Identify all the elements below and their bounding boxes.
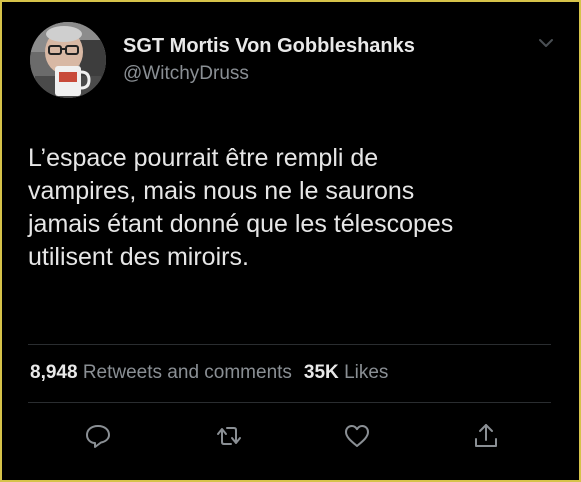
reply-button[interactable]	[82, 420, 114, 452]
more-options-button[interactable]	[536, 35, 556, 51]
reply-icon	[86, 425, 110, 448]
heart-icon	[345, 425, 369, 447]
share-button[interactable]	[470, 420, 502, 452]
tweet-author: SGT Mortis Von Gobbleshanks @WitchyDruss	[123, 33, 415, 87]
retweets-count[interactable]: 8,948	[30, 362, 78, 383]
retweet-icon	[217, 427, 241, 445]
tweet-actions	[2, 418, 581, 458]
chevron-down-icon	[539, 39, 553, 47]
screenshot-frame: SGT Mortis Von Gobbleshanks @WitchyDruss…	[0, 0, 581, 482]
avatar-image	[30, 22, 106, 98]
retweets-label[interactable]: Retweets and comments	[83, 362, 292, 383]
tweet-text: L’espace pourrait être rempli de vampire…	[28, 144, 454, 271]
likes-count[interactable]: 35K	[304, 362, 339, 383]
likes-label[interactable]: Likes	[344, 362, 388, 383]
retweet-button[interactable]	[213, 420, 245, 452]
divider	[28, 344, 551, 345]
display-name[interactable]: SGT Mortis Von Gobbleshanks	[123, 33, 415, 59]
avatar[interactable]	[30, 22, 106, 98]
like-button[interactable]	[341, 420, 373, 452]
divider	[28, 402, 551, 403]
tweet-card: SGT Mortis Von Gobbleshanks @WitchyDruss…	[2, 2, 579, 480]
share-icon	[475, 424, 497, 447]
tweet-stats: 8,948 Retweets and comments 35K Likes	[30, 361, 388, 385]
user-handle[interactable]: @WitchyDruss	[123, 61, 415, 87]
